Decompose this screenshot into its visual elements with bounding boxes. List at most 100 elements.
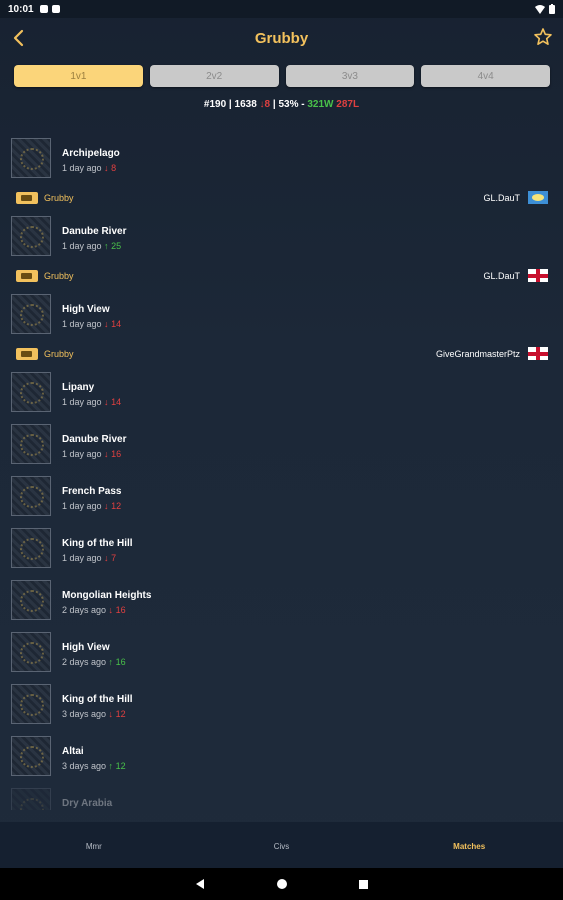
match-row[interactable]: French Pass 1 day ago ↓ 12 xyxy=(0,470,563,522)
nav-matches[interactable]: Matches xyxy=(375,822,563,868)
status-bar: 10:01 xyxy=(0,0,563,18)
wifi-icon xyxy=(535,4,545,14)
match-row[interactable]: Danube River 1 day ago ↓ 16 xyxy=(0,418,563,470)
map-thumbnail xyxy=(11,476,51,516)
rating-change: 12 xyxy=(115,709,126,719)
rating-change: 16 xyxy=(111,449,122,459)
match-row[interactable]: King of the Hill 3 days ago ↓ 12 xyxy=(0,678,563,730)
nav-mmr[interactable]: Mmr xyxy=(0,822,188,868)
match-meta: 1 day ago ↓ 16 xyxy=(62,449,121,459)
opponent-flag-icon xyxy=(528,191,548,204)
match-meta: 2 days ago ↓ 16 xyxy=(62,605,126,615)
opponent-flag-icon xyxy=(528,269,548,282)
match-meta: 1 day ago ↓ 12 xyxy=(62,501,121,511)
match-meta: 1 day ago ↓ 14 xyxy=(62,319,121,329)
chevron-up-icon[interactable] xyxy=(538,230,550,242)
rating-change: 16 xyxy=(115,657,126,667)
rating-change: 14 xyxy=(111,319,122,329)
match-players: Grubby GL.DauT xyxy=(0,262,563,288)
tab-4v4[interactable]: 4v4 xyxy=(421,65,550,87)
match-row[interactable]: Mongolian Heights 2 days ago ↓ 16 xyxy=(0,574,563,626)
map-name: Mongolian Heights xyxy=(62,590,152,601)
match-meta: 3 days ago ↑ 12 xyxy=(62,761,126,771)
player-name[interactable]: Grubby xyxy=(44,271,74,281)
player-name[interactable]: Grubby xyxy=(44,349,74,359)
map-thumbnail xyxy=(11,216,51,256)
match-time: 1 day ago xyxy=(62,241,102,251)
status-time: 10:01 xyxy=(8,3,34,15)
tab-3v3[interactable]: 3v3 xyxy=(285,65,415,87)
map-name: French Pass xyxy=(62,486,122,497)
chevron-down-icon[interactable] xyxy=(538,542,550,554)
chevron-down-icon[interactable] xyxy=(538,490,550,502)
rating-down-arrow-icon: ↓ xyxy=(101,449,112,459)
map-name: Danube River xyxy=(62,434,127,445)
map-thumbnail xyxy=(11,528,51,568)
map-name: Archipelago xyxy=(62,148,120,159)
match-time: 1 day ago xyxy=(62,319,102,329)
player-rank-badge-icon xyxy=(16,348,38,360)
stats-rating: 1638 xyxy=(234,99,257,110)
map-thumbnail xyxy=(11,580,51,620)
rating-down-arrow-icon: ↓ xyxy=(106,709,116,719)
map-thumbnail xyxy=(11,294,51,334)
map-thumbnail xyxy=(11,684,51,724)
chevron-down-icon[interactable] xyxy=(538,386,550,398)
match-row[interactable]: Archipelago 1 day ago ↓ 8 xyxy=(0,132,563,184)
notification-icon xyxy=(39,5,48,13)
rating-change: 8 xyxy=(111,163,117,173)
rating-down-arrow-icon: ↓ xyxy=(101,553,112,563)
bottom-navigation: Mmr Civs Matches xyxy=(0,822,563,868)
match-row[interactable]: High View 2 days ago ↑ 16 xyxy=(0,626,563,678)
tab-2v2[interactable]: 2v2 xyxy=(149,65,279,87)
back-arrow-icon[interactable] xyxy=(8,27,30,49)
match-time: 1 day ago xyxy=(62,501,102,511)
tab-1v1[interactable]: 1v1 xyxy=(14,65,143,87)
chevron-up-icon[interactable] xyxy=(538,152,550,164)
player-name[interactable]: Grubby xyxy=(44,193,74,203)
nav-label: Mmr xyxy=(85,841,102,851)
match-meta: 3 days ago ↓ 12 xyxy=(62,709,126,719)
app-bar: Grubby xyxy=(0,18,563,58)
chevron-down-icon[interactable] xyxy=(538,750,550,762)
match-row[interactable]: Altai 3 days ago ↑ 12 xyxy=(0,730,563,782)
system-navigation-bar xyxy=(0,868,563,900)
match-row[interactable]: Danube River 1 day ago ↑ 25 xyxy=(0,210,563,262)
back-triangle-icon[interactable] xyxy=(194,878,206,890)
rating-change: 25 xyxy=(111,241,122,251)
rating-down-arrow-icon: ↓ xyxy=(101,163,112,173)
favorite-star-icon[interactable] xyxy=(533,27,553,47)
chevron-down-icon[interactable] xyxy=(538,438,550,450)
sd-card-icon xyxy=(51,5,60,13)
player-rank-badge-icon xyxy=(16,192,38,204)
match-row[interactable]: Lipany 1 day ago ↓ 14 xyxy=(0,366,563,418)
chevron-down-icon[interactable] xyxy=(538,646,550,658)
chevron-down-icon[interactable] xyxy=(538,802,550,810)
opponent-name[interactable]: GL.DauT xyxy=(483,193,520,203)
match-time: 1 day ago xyxy=(62,553,102,563)
chevron-down-icon[interactable] xyxy=(538,698,550,710)
recents-square-icon[interactable] xyxy=(358,879,369,890)
chevron-up-icon[interactable] xyxy=(538,308,550,320)
map-name: High View xyxy=(62,304,110,315)
match-time: 3 days ago xyxy=(62,709,107,719)
match-row[interactable]: High View 1 day ago ↓ 14 xyxy=(0,288,563,340)
home-circle-icon[interactable] xyxy=(276,878,288,890)
match-meta: 1 day ago ↓ 14 xyxy=(62,397,121,407)
map-thumbnail xyxy=(11,788,51,810)
match-time: 2 days ago xyxy=(62,605,107,615)
stats-wins: 321W xyxy=(307,99,334,110)
rating-down-arrow-icon: ↓ xyxy=(101,397,112,407)
chevron-down-icon[interactable] xyxy=(538,594,550,606)
match-list: Archipelago 1 day ago ↓ 8 Grubby GL.DauT Dan… xyxy=(0,132,563,810)
match-time: 1 day ago xyxy=(62,397,102,407)
map-name: Dry Arabia xyxy=(62,798,113,809)
match-row[interactable]: Dry Arabia xyxy=(0,782,563,810)
opponent-flag-icon xyxy=(528,347,548,360)
opponent-name[interactable]: GiveGrandmasterPtz xyxy=(436,349,520,359)
rating-up-arrow-icon: ↑ xyxy=(106,761,116,771)
opponent-name[interactable]: GL.DauT xyxy=(483,271,520,281)
nav-civs[interactable]: Civs xyxy=(188,822,376,868)
match-row[interactable]: King of the Hill 1 day ago ↓ 7 xyxy=(0,522,563,574)
nav-label: Matches xyxy=(453,841,486,851)
